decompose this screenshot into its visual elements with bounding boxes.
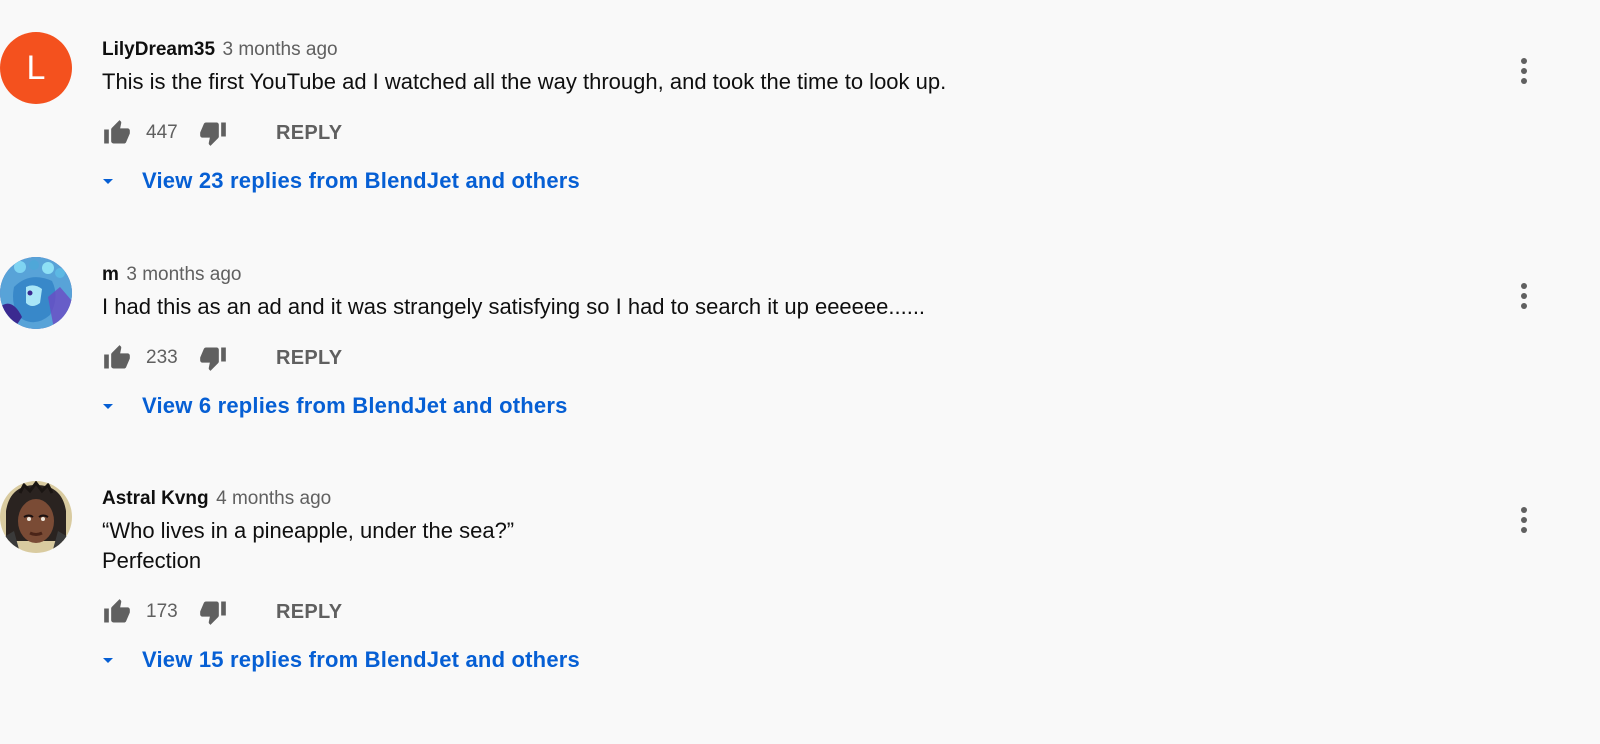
view-replies-label: View 15 replies from BlendJet and others — [142, 647, 580, 672]
view-replies-button[interactable]: View 15 replies from BlendJet and others — [96, 644, 1502, 676]
view-replies-button[interactable]: View 23 replies from BlendJet and others — [96, 165, 1502, 197]
published-time[interactable]: 4 months ago — [216, 488, 331, 509]
thumb-down-icon — [200, 347, 226, 371]
avatar-image — [0, 257, 72, 329]
like-button[interactable] — [102, 597, 132, 627]
view-replies-label: View 23 replies from BlendJet and others — [142, 168, 580, 193]
comment-thread: L LilyDream35 3 months ago This is the f… — [0, 32, 1600, 222]
comment-body: m 3 months ago I had this as an ad and i… — [102, 262, 1502, 422]
caret-down-icon — [103, 179, 113, 184]
dislike-button[interactable] — [198, 597, 228, 627]
comment-thread: Astral Kvng 4 months ago “Who lives in a… — [0, 481, 1600, 711]
comment-menu-button[interactable] — [1512, 54, 1536, 88]
thumb-up-icon — [104, 345, 130, 369]
dislike-button[interactable] — [198, 343, 228, 373]
thumb-up-icon — [104, 599, 130, 623]
like-count: 447 — [146, 122, 178, 143]
more-vert-icon — [1521, 58, 1527, 64]
comment-body: Astral Kvng 4 months ago “Who lives in a… — [102, 486, 1502, 676]
like-count: 173 — [146, 601, 178, 622]
comment-menu-button[interactable] — [1512, 279, 1536, 313]
comment-thread: m 3 months ago I had this as an ad and i… — [0, 257, 1600, 447]
view-replies-label: View 6 replies from BlendJet and others — [142, 393, 568, 418]
avatar[interactable] — [0, 481, 72, 553]
reply-button[interactable]: REPLY — [276, 601, 342, 624]
comment-header: LilyDream35 3 months ago — [102, 37, 1502, 63]
published-time[interactable]: 3 months ago — [126, 264, 241, 285]
more-vert-icon — [1521, 507, 1527, 513]
thumb-down-icon — [200, 601, 226, 625]
like-button[interactable] — [102, 118, 132, 148]
action-toolbar: 233 REPLY — [102, 340, 1502, 376]
more-vert-icon — [1521, 283, 1527, 289]
caret-down-icon — [103, 404, 113, 409]
avatar[interactable] — [0, 257, 72, 329]
comment-body: LilyDream35 3 months ago This is the fir… — [102, 37, 1502, 197]
action-toolbar: 447 REPLY — [102, 115, 1502, 151]
reply-button[interactable]: REPLY — [276, 122, 342, 145]
published-time[interactable]: 3 months ago — [222, 39, 337, 60]
view-replies-button[interactable]: View 6 replies from BlendJet and others — [96, 390, 1502, 422]
comment-header: m 3 months ago — [102, 262, 1502, 288]
dislike-button[interactable] — [198, 118, 228, 148]
caret-down-icon — [103, 658, 113, 663]
comment-menu-button[interactable] — [1512, 503, 1536, 537]
thumb-up-icon — [104, 120, 130, 144]
avatar[interactable]: L — [0, 32, 72, 104]
thumb-down-icon — [200, 122, 226, 146]
author-name[interactable]: m — [102, 264, 119, 285]
comment-text: “Who lives in a pineapple, under the sea… — [102, 518, 515, 573]
action-toolbar: 173 REPLY — [102, 594, 1502, 630]
comment-text: I had this as an ad and it was strangely… — [102, 294, 926, 319]
avatar-image — [0, 481, 72, 553]
author-name[interactable]: LilyDream35 — [102, 39, 215, 60]
like-button[interactable] — [102, 343, 132, 373]
like-count: 233 — [146, 347, 178, 368]
comment-header: Astral Kvng 4 months ago — [102, 486, 1502, 512]
comment-text: This is the first YouTube ad I watched a… — [102, 69, 947, 94]
author-name[interactable]: Astral Kvng — [102, 488, 209, 509]
reply-button[interactable]: REPLY — [276, 347, 342, 370]
